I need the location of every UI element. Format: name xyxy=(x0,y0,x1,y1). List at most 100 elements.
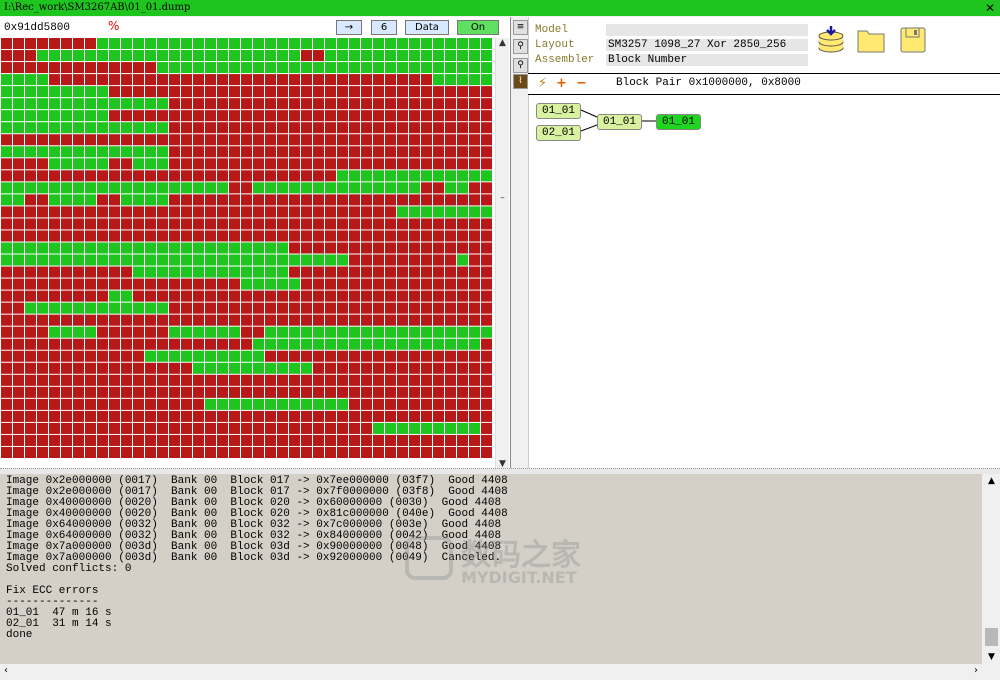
bad-block-cell[interactable] xyxy=(373,110,384,122)
bad-block-cell[interactable] xyxy=(205,278,216,290)
bad-block-cell[interactable] xyxy=(289,122,300,134)
bad-block-cell[interactable] xyxy=(205,134,216,146)
bad-block-cell[interactable] xyxy=(109,314,120,326)
bad-block-cell[interactable] xyxy=(253,74,264,86)
bad-block-cell[interactable] xyxy=(253,434,264,446)
bad-block-cell[interactable] xyxy=(253,410,264,422)
bad-block-cell[interactable] xyxy=(133,218,144,230)
good-block-cell[interactable] xyxy=(241,266,252,278)
bad-block-cell[interactable] xyxy=(205,230,216,242)
bad-block-cell[interactable] xyxy=(205,446,216,458)
bad-block-cell[interactable] xyxy=(373,146,384,158)
bad-block-cell[interactable] xyxy=(97,374,108,386)
good-block-cell[interactable] xyxy=(145,194,156,206)
bad-block-cell[interactable] xyxy=(193,386,204,398)
good-block-cell[interactable] xyxy=(349,182,360,194)
bad-block-cell[interactable] xyxy=(481,254,492,266)
bad-block-cell[interactable] xyxy=(25,62,36,74)
bad-block-cell[interactable] xyxy=(409,398,420,410)
bad-block-cell[interactable] xyxy=(1,350,12,362)
scroll-thumb[interactable] xyxy=(985,628,998,646)
good-block-cell[interactable] xyxy=(1,182,12,194)
bad-block-cell[interactable] xyxy=(397,74,408,86)
bad-block-cell[interactable] xyxy=(25,170,36,182)
bad-block-cell[interactable] xyxy=(445,266,456,278)
bad-block-cell[interactable] xyxy=(433,386,444,398)
bad-block-cell[interactable] xyxy=(325,362,336,374)
bad-block-cell[interactable] xyxy=(469,194,480,206)
good-block-cell[interactable] xyxy=(289,338,300,350)
bad-block-cell[interactable] xyxy=(229,110,240,122)
bad-block-cell[interactable] xyxy=(217,434,228,446)
bad-block-cell[interactable] xyxy=(385,158,396,170)
bad-block-cell[interactable] xyxy=(469,374,480,386)
good-block-cell[interactable] xyxy=(13,74,24,86)
bad-block-cell[interactable] xyxy=(13,50,24,62)
bad-block-cell[interactable] xyxy=(73,170,84,182)
bad-block-cell[interactable] xyxy=(421,110,432,122)
bad-block-cell[interactable] xyxy=(193,446,204,458)
good-block-cell[interactable] xyxy=(229,266,240,278)
bad-block-cell[interactable] xyxy=(181,314,192,326)
bad-block-cell[interactable] xyxy=(301,230,312,242)
good-block-cell[interactable] xyxy=(97,38,108,50)
good-block-cell[interactable] xyxy=(433,338,444,350)
bad-block-cell[interactable] xyxy=(337,386,348,398)
bad-block-cell[interactable] xyxy=(385,206,396,218)
bad-block-cell[interactable] xyxy=(121,434,132,446)
good-block-cell[interactable] xyxy=(97,158,108,170)
bad-block-cell[interactable] xyxy=(349,134,360,146)
bad-block-cell[interactable] xyxy=(265,74,276,86)
good-block-cell[interactable] xyxy=(325,62,336,74)
good-block-cell[interactable] xyxy=(361,50,372,62)
bad-block-cell[interactable] xyxy=(169,446,180,458)
bad-block-cell[interactable] xyxy=(469,122,480,134)
bad-block-cell[interactable] xyxy=(241,170,252,182)
bad-block-cell[interactable] xyxy=(25,374,36,386)
good-block-cell[interactable] xyxy=(61,302,72,314)
bad-block-cell[interactable] xyxy=(61,374,72,386)
good-block-cell[interactable] xyxy=(277,242,288,254)
bad-block-cell[interactable] xyxy=(181,122,192,134)
good-block-cell[interactable] xyxy=(157,146,168,158)
good-block-cell[interactable] xyxy=(409,62,420,74)
good-block-cell[interactable] xyxy=(289,362,300,374)
bad-block-cell[interactable] xyxy=(277,374,288,386)
bad-block-cell[interactable] xyxy=(133,62,144,74)
bad-block-cell[interactable] xyxy=(169,290,180,302)
bad-block-cell[interactable] xyxy=(25,266,36,278)
bad-block-cell[interactable] xyxy=(205,98,216,110)
bad-block-cell[interactable] xyxy=(457,410,468,422)
bad-block-cell[interactable] xyxy=(145,134,156,146)
good-block-cell[interactable] xyxy=(337,62,348,74)
bad-block-cell[interactable] xyxy=(121,326,132,338)
bad-block-cell[interactable] xyxy=(229,386,240,398)
good-block-cell[interactable] xyxy=(253,266,264,278)
bad-block-cell[interactable] xyxy=(433,314,444,326)
bad-block-cell[interactable] xyxy=(337,350,348,362)
good-block-cell[interactable] xyxy=(361,338,372,350)
good-block-cell[interactable] xyxy=(397,326,408,338)
good-block-cell[interactable] xyxy=(109,182,120,194)
good-block-cell[interactable] xyxy=(73,242,84,254)
good-block-cell[interactable] xyxy=(157,242,168,254)
bad-block-cell[interactable] xyxy=(61,398,72,410)
good-block-cell[interactable] xyxy=(1,74,12,86)
log-hscrollbar[interactable]: ‹ › xyxy=(0,664,982,680)
bad-block-cell[interactable] xyxy=(157,386,168,398)
good-block-cell[interactable] xyxy=(445,74,456,86)
bad-block-cell[interactable] xyxy=(481,350,492,362)
bad-block-cell[interactable] xyxy=(457,86,468,98)
bad-block-cell[interactable] xyxy=(169,170,180,182)
bad-block-cell[interactable] xyxy=(229,86,240,98)
bad-block-cell[interactable] xyxy=(433,374,444,386)
bad-block-cell[interactable] xyxy=(1,50,12,62)
good-block-cell[interactable] xyxy=(13,242,24,254)
good-block-cell[interactable] xyxy=(133,158,144,170)
bad-block-cell[interactable] xyxy=(397,434,408,446)
bad-block-cell[interactable] xyxy=(277,386,288,398)
bad-block-cell[interactable] xyxy=(121,278,132,290)
bad-block-cell[interactable] xyxy=(349,266,360,278)
bad-block-cell[interactable] xyxy=(169,434,180,446)
good-block-cell[interactable] xyxy=(73,146,84,158)
